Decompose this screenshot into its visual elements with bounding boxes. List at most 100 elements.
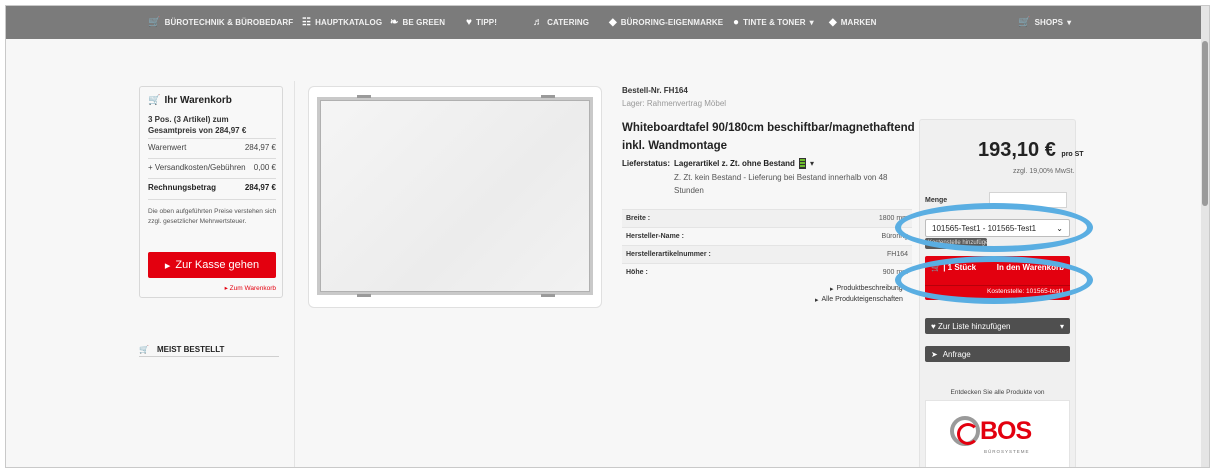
checkout-label: Zur Kasse gehen bbox=[175, 259, 260, 271]
divider bbox=[148, 158, 276, 159]
brand-subtitle: BÜROSYSTEME bbox=[984, 449, 1030, 454]
annotation-oval bbox=[895, 256, 1093, 304]
sitemap-icon: ☷ bbox=[302, 17, 312, 28]
send-icon: ➤ bbox=[931, 349, 938, 359]
product-title: Whiteboardtafel 90/180cm beschiftbar/mag… bbox=[622, 122, 915, 152]
nav-item-marken[interactable]: ◆ MARKEN bbox=[829, 6, 877, 39]
cart-icon: 🛒 bbox=[148, 95, 161, 106]
discover-text: Entdecken Sie alle Produkte von bbox=[950, 389, 1045, 396]
nav-item-tipp[interactable]: ♥ TIPP! bbox=[466, 6, 497, 39]
board-clip bbox=[357, 95, 371, 98]
stock-status: Lieferstatus: Lagerartikel z. Zt. ohne B… bbox=[622, 158, 814, 169]
brand-name: BOS bbox=[980, 417, 1032, 445]
board-clip bbox=[541, 95, 555, 98]
caret-right-icon: ▸ bbox=[815, 297, 819, 304]
nav-item-be-green[interactable]: ❧ BE GREEN bbox=[390, 6, 445, 39]
attr-key: Breite : bbox=[626, 215, 651, 222]
chevron-down-icon: ▾ bbox=[809, 18, 814, 27]
divider bbox=[139, 356, 279, 357]
heart-icon: ♥ bbox=[931, 321, 936, 331]
request-button[interactable]: ➤ Anfrage bbox=[925, 346, 1070, 362]
cart-link[interactable]: ▸ Zum Warenkorb bbox=[225, 284, 276, 292]
scrollbar[interactable] bbox=[1201, 6, 1209, 467]
stock-value: Lagerartikel z. Zt. ohne Bestand bbox=[674, 159, 795, 168]
attribute-table: Breite :1800 mm Hersteller-Name : Bürorin… bbox=[622, 209, 912, 281]
attr-value: FH164 bbox=[886, 251, 908, 258]
nav-item-buerotechnik[interactable]: 🛒 BÜROTECHNIK & BÜROBEDARF bbox=[148, 6, 293, 39]
all-properties-link[interactable]: ▸ Alle Produkteigenschaften bbox=[815, 296, 903, 304]
brand-logo: BOS bbox=[950, 416, 1032, 446]
annotation-oval bbox=[895, 203, 1093, 252]
list-label: ♥ Zur Liste hinzufügen bbox=[931, 322, 1010, 331]
link-label: Produktbeschreibung bbox=[836, 285, 903, 292]
caret-right-icon: ▸ bbox=[164, 259, 171, 272]
bestseller-title: MEIST BESTELLT bbox=[156, 345, 225, 354]
cart-icon: 🛒 bbox=[139, 345, 149, 354]
brand-logo-box[interactable]: BOS BÜROSYSTEME bbox=[925, 400, 1070, 467]
brand-mark-icon bbox=[950, 416, 980, 446]
glass-icon: ♬ bbox=[533, 17, 544, 28]
nav-item-shops[interactable]: 🛒 SHOPS ▾ bbox=[1018, 6, 1071, 39]
price-unit: pro ST bbox=[1061, 151, 1084, 158]
cart-summary: 3 Pos. (3 Artikel) zum Gesamtpreis von 2… bbox=[148, 115, 247, 135]
bestseller-heading: 🛒 MEIST BESTELLT bbox=[139, 345, 279, 354]
row-value: 0,00 € bbox=[253, 163, 276, 172]
nav-item-catering[interactable]: ♬ CATERING bbox=[533, 6, 589, 39]
product-image-box[interactable] bbox=[308, 86, 602, 308]
attr-key: Herstellerartikelnummer : bbox=[626, 251, 711, 258]
heart-icon: ♥ bbox=[466, 17, 473, 28]
divider bbox=[148, 178, 276, 179]
cart-title-text: Ihr Warenkorb bbox=[164, 95, 232, 106]
table-row: Herstellerartikelnummer : FH164 bbox=[622, 245, 912, 263]
stock-label: Lieferstatus: bbox=[622, 159, 671, 168]
cart-title: 🛒 Ihr Warenkorb bbox=[148, 95, 232, 106]
table-row: Hersteller-Name : Büroring bbox=[622, 227, 912, 245]
row-value: 284,97 € bbox=[244, 183, 276, 192]
price: 193,10 € pro ST bbox=[978, 139, 1084, 162]
cart-row-versand: + Versandkosten/Gebühren 0,00 € bbox=[148, 163, 276, 172]
cart-row-rechnungsbetrag: Rechnungsbetrag 284,97 € bbox=[148, 183, 276, 192]
divider bbox=[148, 199, 276, 200]
cart-icon: 🛒 bbox=[148, 17, 161, 28]
request-label: Anfrage bbox=[942, 349, 971, 359]
cart-panel: 🛒 Ihr Warenkorb 3 Pos. (3 Artikel) zum Ge… bbox=[139, 86, 283, 298]
caret-right-icon: ▸ bbox=[830, 286, 834, 293]
board-clip bbox=[541, 294, 555, 297]
board-clip bbox=[357, 294, 371, 297]
list-label-text: Zur Liste hinzufügen bbox=[937, 321, 1011, 331]
divider bbox=[294, 81, 295, 467]
scrollbar-thumb[interactable] bbox=[1202, 41, 1208, 206]
product-image bbox=[317, 97, 593, 295]
tags-icon: ◆ bbox=[829, 17, 837, 28]
table-row: Breite :1800 mm bbox=[622, 209, 912, 227]
add-to-list-button[interactable]: ♥ Zur Liste hinzufügen ▾ bbox=[925, 318, 1070, 334]
divider bbox=[148, 138, 276, 139]
row-label: Warenwert bbox=[148, 143, 187, 152]
product-description-link[interactable]: ▸ Produktbeschreibung bbox=[830, 285, 903, 293]
link-label: Alle Produkteigenschaften bbox=[821, 296, 903, 303]
cart-icon: 🛒 bbox=[1018, 17, 1031, 28]
store-info: Lager: Rahmenvertrag Möbel bbox=[622, 99, 727, 108]
stock-level-icon bbox=[798, 158, 806, 169]
quantity-label: Menge bbox=[925, 197, 948, 204]
stock-description: Z. Zt. kein Bestand - Lieferung bei Best… bbox=[674, 173, 888, 195]
table-row: Höhe :900 mm bbox=[622, 263, 912, 281]
cart-note: Die oben aufgeführten Preise verstehen s… bbox=[148, 208, 277, 225]
browser-frame: 🛒 BÜROTECHNIK & BÜROBEDARF ☷ HAUPTKATALOG … bbox=[5, 5, 1210, 468]
chevron-down-icon: ▾ bbox=[1067, 18, 1072, 27]
top-navigation: 🛒 BÜROTECHNIK & BÜROBEDARF ☷ HAUPTKATALOG … bbox=[6, 6, 1209, 39]
cart-link-label: Zum Warenkorb bbox=[229, 285, 276, 292]
chevron-down-icon[interactable]: ▾ bbox=[810, 159, 814, 168]
tag-icon: ◆ bbox=[609, 17, 617, 28]
drop-icon: ● bbox=[733, 17, 740, 28]
nav-item-hauptkatalog[interactable]: ☷ HAUPTKATALOG bbox=[302, 6, 382, 39]
leaf-icon: ❧ bbox=[390, 17, 399, 28]
nav-item-tinte-toner[interactable]: ● TINTE & TONER ▾ bbox=[733, 6, 814, 39]
attr-key: Hersteller-Name : bbox=[626, 233, 684, 240]
price-value: 193,10 € bbox=[978, 139, 1056, 161]
order-number: Bestell-Nr. FH164 bbox=[622, 86, 688, 95]
checkout-button[interactable]: ▸ Zur Kasse gehen bbox=[148, 252, 276, 278]
row-label: Rechnungsbetrag bbox=[148, 183, 217, 192]
nav-item-eigenmarke[interactable]: ◆ BÜRORING-EIGENMARKE bbox=[609, 6, 723, 39]
row-label: + Versandkosten/Gebühren bbox=[148, 163, 246, 172]
